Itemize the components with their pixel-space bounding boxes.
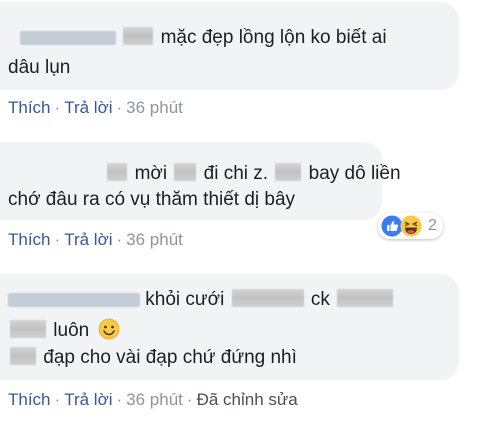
comment-line-1: mặc đẹp lồng lộn ko biết ai [20,26,387,50]
redacted-block [10,320,46,338]
comment-text: đi chi z. [203,163,269,184]
comment-text: dâu lụn [8,57,71,78]
comment-time[interactable]: 36 phút [126,390,183,409]
comment-text: mặc đẹp lồng lộn ko biết ai [160,27,387,48]
author-name-redacted[interactable] [8,293,140,307]
comment-text: khỏi cưới [145,289,225,310]
comment-bubble: mặc đẹp lồng lộn ko biết ai dâu lụn [0,2,459,90]
comment-line-2: dâu lụn [8,56,70,80]
reply-link[interactable]: Trả lời [64,230,112,249]
comment-line-1: mời đi chi z. bay dô liền [100,162,401,186]
redacted-block [123,27,154,45]
comment-text: luôn [53,320,90,341]
smile-emoji-icon [98,318,120,340]
like-link[interactable]: Thích [8,98,51,117]
comment-actions: Thích · Trả lời · 36 phút [8,98,183,117]
author-name-redacted[interactable] [20,31,116,45]
comment-line-2: luôn [8,318,120,343]
redacted-block [275,163,302,181]
like-link[interactable]: Thích [8,230,51,249]
comment-text: đạp cho vài đạp chứ đứng nhì [43,347,297,368]
comment-actions: Thích · Trả lời · 36 phút [8,230,183,249]
comment-bubble: mời đi chi z. bay dô liền chớ đâu ra có … [0,142,401,220]
redacted-block [337,289,394,307]
redacted-block [107,163,128,181]
reaction-summary[interactable]: 2 [378,213,443,239]
comment-text: mời [134,163,168,184]
comment-line-2: chớ đâu ra có vụ thăm thiết dị bây [8,188,295,212]
comment-text: ck [310,289,330,310]
haha-icon [400,215,422,237]
reaction-count: 2 [428,217,437,234]
comment-time[interactable]: 36 phút [126,98,183,117]
redacted-block [174,163,197,181]
comment-bubble: khỏi cưới ck luôn đạp cho vài đạp chứ đứ… [0,274,459,380]
comment-actions: Thích · Trả lời · 36 phút · Đã chỉnh sửa [8,390,298,409]
comment-time[interactable]: 36 phút [126,230,183,249]
reply-link[interactable]: Trả lời [64,390,112,409]
reply-link[interactable]: Trả lời [64,98,112,117]
comment-text: chớ đâu ra có vụ thăm thiết dị bây [8,189,296,210]
redacted-block [231,289,304,307]
like-link[interactable]: Thích [8,390,51,409]
comment-line-1: khỏi cưới ck [8,288,395,312]
edited-link[interactable]: Đã chỉnh sửa [197,390,298,409]
redacted-block [10,347,36,365]
comment-line-3: đạp cho vài đạp chứ đứng nhì [8,346,297,370]
comment-text: bay dô liền [308,163,401,184]
